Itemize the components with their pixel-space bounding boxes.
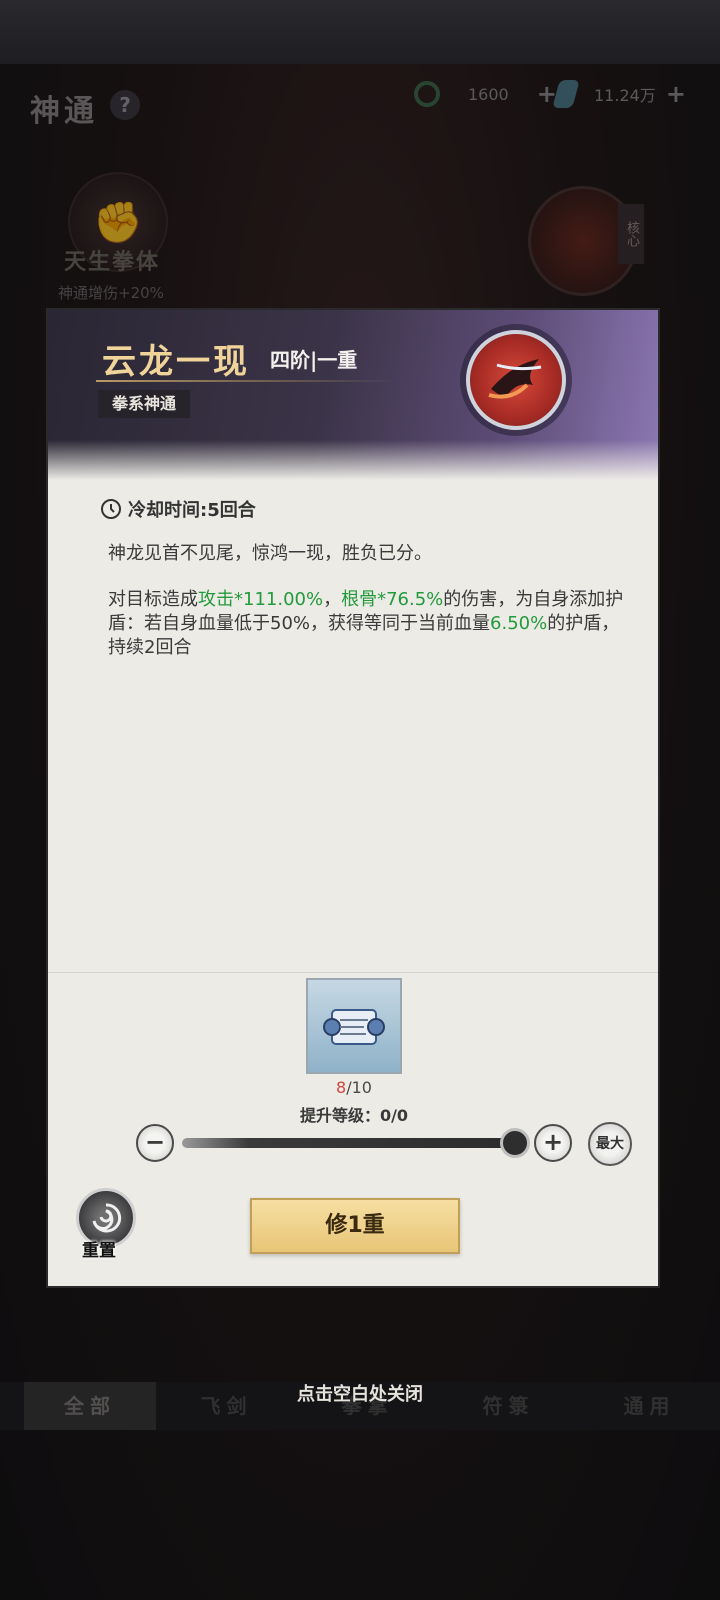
upgrade-level: 提升等级：0/0 bbox=[299, 1106, 409, 1125]
skill-effect-text: 对目标造成攻击*111.00%，根骨*76.5%的伤害，为自身添加护盾：若自身血… bbox=[108, 588, 628, 660]
section-divider bbox=[48, 972, 658, 973]
max-button[interactable]: 最大 bbox=[588, 1122, 632, 1166]
close-hint: 点击空白处关闭 bbox=[297, 1384, 423, 1405]
top-bar bbox=[0, 0, 720, 64]
material-item[interactable] bbox=[306, 978, 402, 1074]
clock-icon bbox=[101, 499, 121, 519]
cooldown: 冷却时间:5回合 bbox=[100, 496, 256, 522]
title-divider bbox=[96, 380, 396, 382]
material-count-total: 10 bbox=[351, 1078, 372, 1097]
effect-bone-value: 根骨*76.5% bbox=[341, 589, 444, 610]
effect-shield-value: 6.50% bbox=[490, 613, 548, 634]
skill-name: 云龙一现 bbox=[102, 342, 250, 382]
scroll-icon bbox=[323, 1009, 385, 1045]
slider-thumb[interactable] bbox=[500, 1128, 530, 1158]
quantity-slider[interactable] bbox=[182, 1138, 514, 1148]
material-count: 8/10 bbox=[306, 1078, 402, 1097]
skill-detail-dialog: 云龙一现 四阶|一重 拳系神通 冷却时间:5回合 神龙见首不见尾，惊鸿一现，胜负… bbox=[46, 308, 660, 1288]
skill-type-badge: 拳系神通 bbox=[98, 390, 191, 418]
dragon-skill-icon bbox=[466, 330, 566, 430]
cultivate-button[interactable]: 修1重 bbox=[250, 1198, 460, 1254]
skill-rank: 四阶|一重 bbox=[270, 348, 358, 372]
effect-attack-value: 攻击*111.00% bbox=[198, 589, 324, 610]
effect-separator: ， bbox=[323, 589, 342, 610]
cooldown-text: 冷却时间:5回合 bbox=[128, 500, 256, 521]
increase-button[interactable]: + bbox=[534, 1124, 572, 1162]
skill-flavor-text: 神龙见首不见尾，惊鸿一现，胜负已分。 bbox=[108, 543, 432, 564]
reset-label: 重置 bbox=[82, 1241, 116, 1261]
effect-text-1: 对目标造成 bbox=[108, 589, 198, 610]
decrease-button[interactable]: − bbox=[136, 1124, 174, 1162]
swirl-icon bbox=[92, 1203, 122, 1233]
material-count-current: 8 bbox=[336, 1078, 347, 1097]
